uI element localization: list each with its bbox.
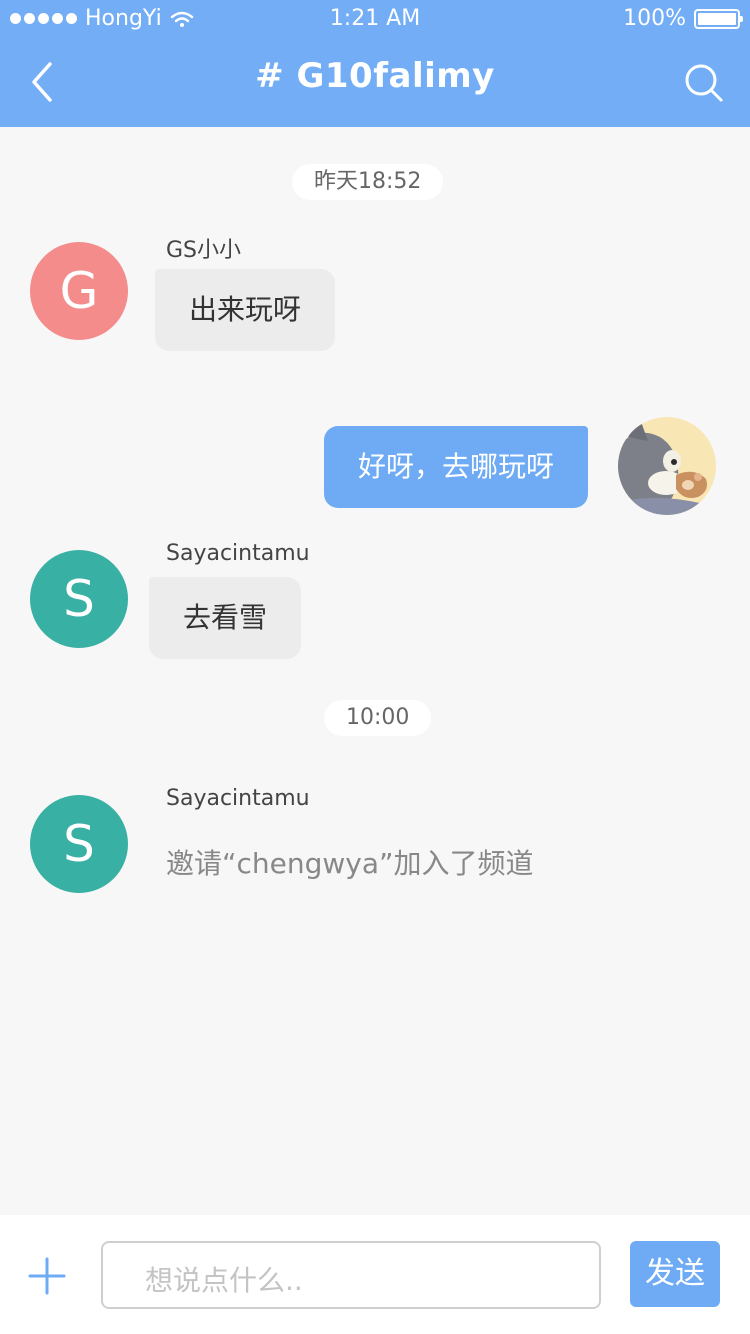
plus-icon[interactable] bbox=[28, 1257, 66, 1295]
battery-info: 100% bbox=[623, 6, 743, 31]
avatar[interactable]: S bbox=[30, 550, 128, 648]
send-button[interactable]: 发送 bbox=[630, 1241, 720, 1307]
message-bubble[interactable]: 去看雪 bbox=[149, 577, 302, 659]
sender-name: GS小小 bbox=[166, 238, 242, 263]
channel-title: # G10falimy bbox=[255, 56, 495, 96]
system-message: 邀请“chengwya”加入了频道 bbox=[166, 847, 534, 880]
message-input[interactable]: 想说点什么.. bbox=[101, 1241, 601, 1309]
search-icon[interactable] bbox=[684, 63, 724, 103]
timestamp: 10:00 bbox=[324, 700, 432, 736]
input-placeholder: 想说点什么.. bbox=[145, 1264, 303, 1297]
sender-name: Sayacintamu bbox=[166, 786, 310, 811]
message-bubble[interactable]: 出来玩呀 bbox=[155, 269, 336, 351]
status-bar: HongYi 1:21 AM 100% bbox=[0, 0, 750, 40]
avatar[interactable]: G bbox=[30, 242, 128, 340]
sender-name: Sayacintamu bbox=[166, 541, 310, 566]
avatar[interactable]: S bbox=[30, 795, 128, 893]
message-bubble-own[interactable]: 好呀，去哪玩呀 bbox=[323, 426, 588, 508]
timestamp: 昨天18:52 bbox=[292, 164, 444, 200]
input-bar: 想说点什么.. 发送 bbox=[0, 1215, 750, 1334]
avatar-photo[interactable] bbox=[618, 417, 716, 515]
battery-percent: 100% bbox=[623, 6, 686, 31]
cartoon-cat-avatar-icon bbox=[618, 417, 716, 515]
battery-icon bbox=[694, 8, 743, 29]
top-bar: HongYi 1:21 AM 100% # G10falimy bbox=[0, 0, 750, 127]
